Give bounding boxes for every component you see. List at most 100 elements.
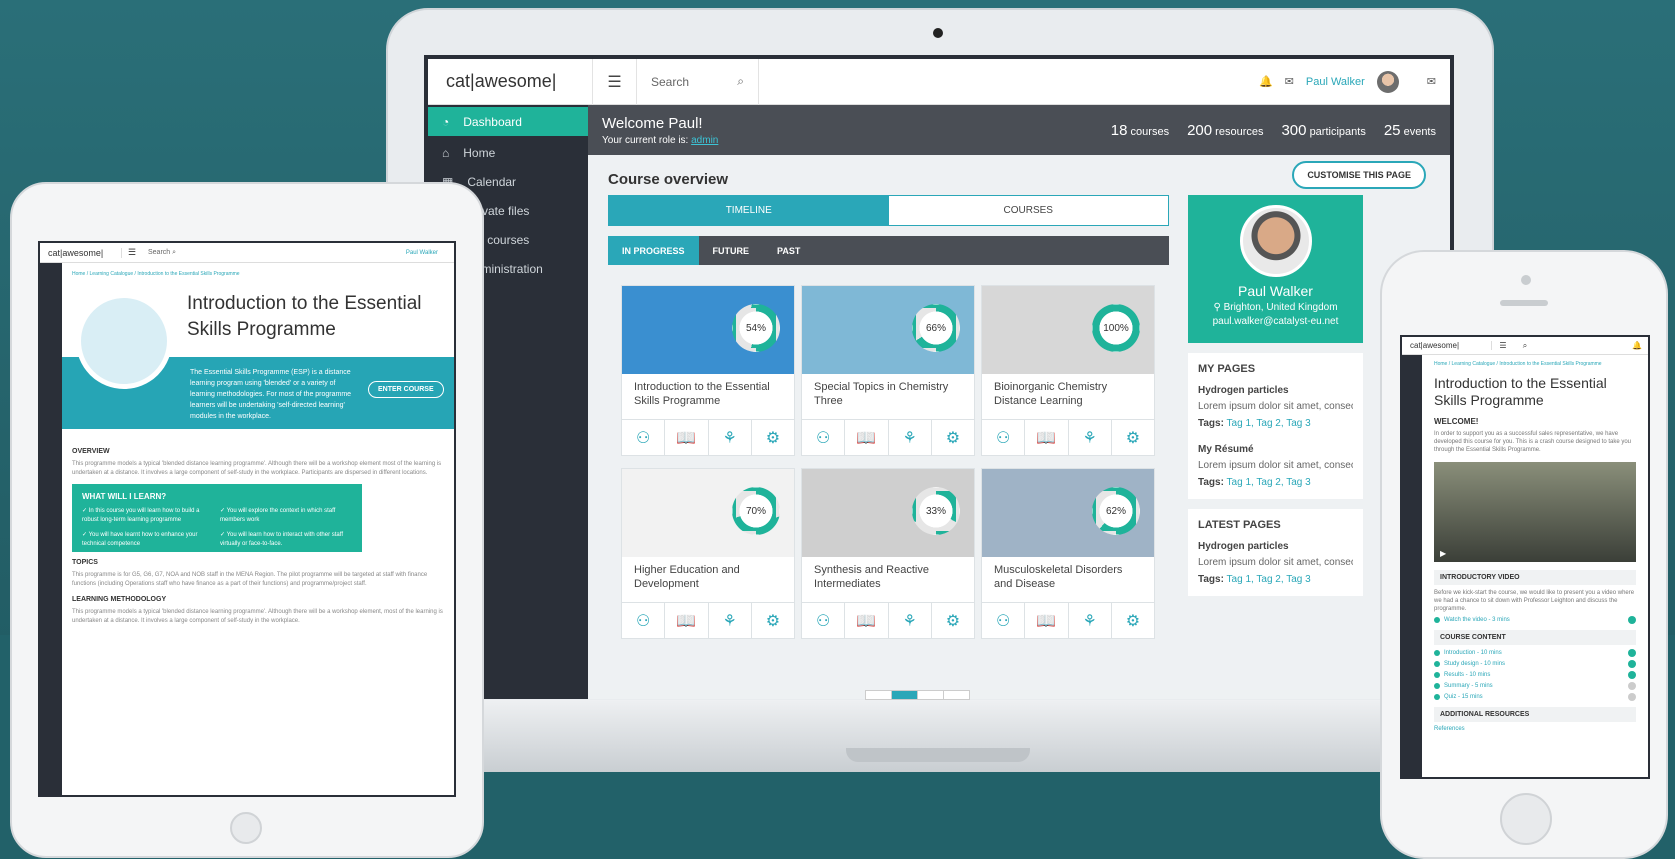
stat-courses[interactable]: 18 courses bbox=[1111, 122, 1169, 139]
stat-participants[interactable]: 300 participants bbox=[1281, 122, 1365, 139]
profile-email[interactable]: paul.walker@catalyst-eu.net bbox=[1188, 316, 1363, 327]
course-image[interactable]: 70% bbox=[622, 469, 794, 557]
course-title[interactable]: Synthesis and Reactive Intermediates bbox=[802, 557, 974, 603]
profile-name[interactable]: Paul Walker bbox=[1188, 283, 1363, 299]
tag-links[interactable]: Tag 1, Tag 2, Tag 3 bbox=[1227, 477, 1311, 488]
content-link[interactable]: Results - 10 mins bbox=[1444, 672, 1490, 678]
page-button[interactable] bbox=[918, 691, 944, 699]
breadcrumb[interactable]: Home / Learning Catalogue / Introduction… bbox=[72, 271, 240, 277]
course-title[interactable]: Special Topics in Chemistry Three bbox=[802, 374, 974, 420]
mail-icon[interactable]: ✉ bbox=[1285, 75, 1294, 88]
book-icon[interactable]: 📖 bbox=[665, 603, 709, 639]
course-image[interactable]: 100% bbox=[982, 286, 1154, 374]
gear-icon[interactable]: ⚙ bbox=[752, 420, 794, 456]
breadcrumb[interactable]: Home / Learning Catalogue / Introduction… bbox=[1434, 361, 1636, 367]
badge-icon[interactable]: ⚘ bbox=[1069, 420, 1112, 456]
hamburger-menu-icon[interactable]: ☰ bbox=[122, 247, 142, 258]
tablet-home-button[interactable] bbox=[230, 812, 262, 844]
gear-icon[interactable]: ⚙ bbox=[1112, 603, 1154, 639]
course-card[interactable]: 62% Musculoskeletal Disorders and Disease… bbox=[981, 468, 1155, 639]
content-link[interactable]: Quiz - 15 mins bbox=[1444, 694, 1483, 700]
search-icon[interactable]: ⌕ bbox=[737, 74, 744, 89]
tab-past[interactable]: PAST bbox=[763, 236, 814, 265]
course-title[interactable]: Introduction to the Essential Skills Pro… bbox=[622, 374, 794, 420]
bell-icon[interactable]: 🔔 bbox=[1259, 75, 1273, 88]
badge-icon[interactable]: ⚘ bbox=[1069, 603, 1112, 639]
logo[interactable]: cat|awesome| bbox=[428, 58, 593, 105]
stat-resources[interactable]: 200 resources bbox=[1187, 122, 1263, 139]
badge-icon[interactable]: ⚘ bbox=[709, 603, 752, 639]
course-image[interactable]: 66% bbox=[802, 286, 974, 374]
course-title[interactable]: Higher Education and Development bbox=[622, 557, 794, 603]
user-icon[interactable]: ⚇ bbox=[622, 420, 666, 456]
tab-courses[interactable]: COURSES bbox=[888, 196, 1168, 225]
search-icon[interactable]: ⌕ bbox=[1514, 341, 1536, 351]
logo[interactable]: cat|awesome| bbox=[1402, 341, 1492, 350]
tag-links[interactable]: Tag 1, Tag 2, Tag 3 bbox=[1227, 418, 1311, 429]
page-button-active[interactable] bbox=[892, 691, 918, 699]
course-image[interactable]: 33% bbox=[802, 469, 974, 557]
course-title[interactable]: Bioinorganic Chemistry Distance Learning bbox=[982, 374, 1154, 420]
book-icon[interactable]: 📖 bbox=[845, 420, 889, 456]
search-input[interactable]: Search ⌕ bbox=[142, 249, 202, 257]
references-link[interactable]: References bbox=[1434, 726, 1636, 732]
course-image[interactable]: 62% bbox=[982, 469, 1154, 557]
page-link[interactable]: My Résumé bbox=[1198, 444, 1353, 455]
user-icon[interactable]: ⚇ bbox=[982, 603, 1026, 639]
phone-home-button[interactable] bbox=[1500, 793, 1552, 845]
sidebar-item-home[interactable]: ⌂ Home bbox=[428, 138, 588, 167]
user-icon[interactable]: ⚇ bbox=[622, 603, 666, 639]
search-input[interactable]: Search ⌕ bbox=[637, 58, 759, 105]
course-card[interactable]: 33% Synthesis and Reactive Intermediates ⚇… bbox=[801, 468, 975, 639]
hamburger-menu-icon[interactable]: ☰ bbox=[1492, 341, 1514, 350]
enter-course-button[interactable]: ENTER COURSE bbox=[368, 381, 444, 398]
page-link[interactable]: Hydrogen particles bbox=[1198, 541, 1353, 552]
tag-links[interactable]: Tag 1, Tag 2, Tag 3 bbox=[1227, 574, 1311, 585]
logo[interactable]: cat|awesome| bbox=[40, 247, 122, 258]
content-item[interactable]: Study design - 10 mins bbox=[1434, 660, 1636, 668]
user-icon[interactable]: ⚇ bbox=[802, 420, 846, 456]
content-link[interactable]: Study design - 10 mins bbox=[1444, 661, 1505, 667]
content-item[interactable]: Results - 10 mins bbox=[1434, 671, 1636, 679]
gear-icon[interactable]: ⚙ bbox=[752, 603, 794, 639]
stat-events[interactable]: 25 events bbox=[1384, 122, 1436, 139]
messages-icon[interactable]: ✉ bbox=[1427, 75, 1436, 88]
badge-icon[interactable]: ⚘ bbox=[889, 420, 932, 456]
course-card[interactable]: 100% Bioinorganic Chemistry Distance Lear… bbox=[981, 285, 1155, 456]
profile-avatar[interactable] bbox=[1239, 205, 1312, 277]
content-link[interactable]: Introduction - 10 mins bbox=[1444, 650, 1502, 656]
role-link[interactable]: admin bbox=[691, 135, 718, 146]
user-icon[interactable]: ⚇ bbox=[802, 603, 846, 639]
user-icon[interactable]: ⚇ bbox=[982, 420, 1026, 456]
user-name[interactable]: Paul Walker bbox=[406, 250, 454, 256]
content-item[interactable]: Introduction - 10 mins bbox=[1434, 649, 1636, 657]
hamburger-menu-icon[interactable]: ☰ bbox=[593, 58, 637, 105]
book-icon[interactable]: 📖 bbox=[1025, 603, 1069, 639]
user-name[interactable]: Paul Walker bbox=[1306, 76, 1365, 88]
tab-in-progress[interactable]: IN PROGRESS bbox=[608, 236, 699, 265]
book-icon[interactable]: 📖 bbox=[665, 420, 709, 456]
content-item[interactable]: Summary - 5 mins bbox=[1434, 682, 1636, 690]
play-icon[interactable]: ▶ bbox=[1440, 549, 1446, 558]
customise-page-button[interactable]: CUSTOMISE THIS PAGE bbox=[1292, 161, 1426, 189]
tab-future[interactable]: FUTURE bbox=[699, 236, 764, 265]
gear-icon[interactable]: ⚙ bbox=[932, 603, 974, 639]
badge-icon[interactable]: ⚘ bbox=[889, 603, 932, 639]
bell-icon[interactable]: 🔔 bbox=[1632, 341, 1648, 350]
book-icon[interactable]: 📖 bbox=[1025, 420, 1069, 456]
course-card[interactable]: 54% Introduction to the Essential Skills … bbox=[621, 285, 795, 456]
course-card[interactable]: 70% Higher Education and Development ⚇ 📖 ⚘ ⚙ bbox=[621, 468, 795, 639]
book-icon[interactable]: 📖 bbox=[845, 603, 889, 639]
course-image[interactable]: 54% bbox=[622, 286, 794, 374]
gear-icon[interactable]: ⚙ bbox=[932, 420, 974, 456]
course-card[interactable]: 66% Special Topics in Chemistry Three ⚇ 📖 ⚘ ⚙ bbox=[801, 285, 975, 456]
avatar[interactable] bbox=[1376, 70, 1399, 93]
badge-icon[interactable]: ⚘ bbox=[709, 420, 752, 456]
intro-video-player[interactable]: ▶ bbox=[1434, 462, 1636, 562]
sidebar-item-dashboard[interactable]: ◔ Dashboard bbox=[428, 107, 588, 136]
page-link[interactable]: Hydrogen particles bbox=[1198, 385, 1353, 396]
watch-video-item[interactable]: Watch the video - 3 mins bbox=[1434, 616, 1636, 624]
content-link[interactable]: Summary - 5 mins bbox=[1444, 683, 1493, 689]
tab-timeline[interactable]: TIMELINE bbox=[609, 196, 889, 225]
course-title[interactable]: Musculoskeletal Disorders and Disease bbox=[982, 557, 1154, 603]
